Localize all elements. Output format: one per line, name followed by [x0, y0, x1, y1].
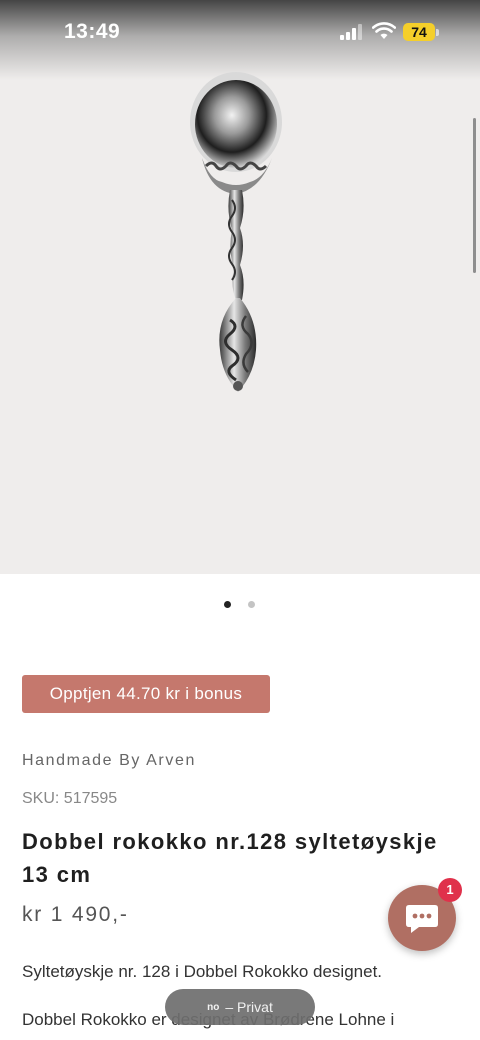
private-browsing-pill[interactable]: no – Privat	[165, 989, 315, 1025]
chat-bubble-icon	[406, 905, 438, 933]
battery-tip	[436, 29, 439, 36]
chat-notification-badge: 1	[438, 878, 462, 902]
gallery-dot-2[interactable]	[248, 601, 255, 608]
product-description-line-1: Syltetøyskje nr. 128 i Dobbel Rokokko de…	[22, 962, 383, 981]
product-sku: SKU: 517595	[22, 790, 118, 807]
gallery-pagination[interactable]	[224, 601, 255, 608]
scroll-indicator	[473, 118, 476, 273]
gallery-dot-1[interactable]	[224, 601, 231, 608]
product-vendor[interactable]: Handmade By Arven	[22, 752, 196, 770]
cellular-signal-icon	[340, 24, 362, 40]
product-image-gallery[interactable]	[0, 0, 480, 574]
product-price: kr 1 490,-	[22, 903, 129, 926]
private-label: – Privat	[225, 999, 273, 1015]
battery-icon: 74	[403, 23, 435, 41]
status-bar: 13:49 74	[0, 0, 480, 64]
product-title: Dobbel rokokko nr.128 syltetøyskje 13 cm	[22, 829, 438, 887]
status-time: 13:49	[64, 20, 121, 43]
wifi-icon	[372, 22, 396, 39]
private-prefix: no	[207, 1001, 220, 1013]
bonus-badge: Opptjen 44.70 kr i bonus	[22, 675, 270, 713]
spoon-product-image[interactable]	[180, 70, 290, 400]
